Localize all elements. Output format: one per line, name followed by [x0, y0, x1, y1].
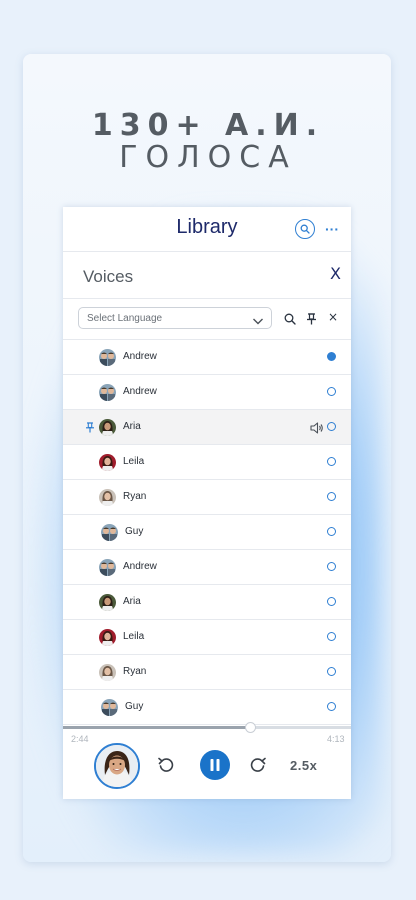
voice-name: Leila	[123, 631, 145, 642]
progress-fill	[63, 726, 251, 729]
avatar	[99, 454, 116, 471]
avatar	[99, 594, 116, 611]
filter-row: Select Language ×	[63, 299, 351, 340]
voice-list: Andrew Andrew Aria Leila Ryan Guy Andrew Aria Le…	[63, 340, 351, 725]
voice-name: Andrew	[123, 561, 157, 572]
voice-row[interactable]: Ryan	[63, 480, 351, 515]
voice-name: Guy	[125, 701, 144, 712]
voice-row[interactable]: Leila	[63, 620, 351, 655]
rewind-icon[interactable]	[157, 756, 175, 779]
voice-name: Aria	[123, 596, 141, 607]
speaker-icon[interactable]	[310, 421, 324, 439]
voice-name: Andrew	[123, 386, 157, 397]
voice-radio[interactable]	[327, 387, 336, 396]
search-icon[interactable]	[295, 219, 315, 239]
voice-row[interactable]: Andrew	[63, 550, 351, 585]
voice-name: Leila	[123, 456, 145, 467]
pin-icon[interactable]	[85, 420, 95, 438]
avatar	[99, 664, 116, 681]
avatar	[99, 384, 116, 401]
voice-radio[interactable]	[327, 527, 336, 536]
player-avatar[interactable]	[94, 743, 140, 789]
playback-progress[interactable]	[63, 722, 351, 733]
total-time: 4:13	[327, 734, 345, 744]
forward-icon[interactable]	[249, 756, 267, 779]
voice-name: Ryan	[123, 666, 147, 677]
progress-knob[interactable]	[245, 722, 257, 733]
voice-radio[interactable]	[327, 352, 336, 361]
clear-filter-button[interactable]: ×	[328, 310, 338, 324]
pin-icon[interactable]	[306, 312, 317, 330]
avatar	[99, 349, 116, 366]
voice-name: Aria	[123, 421, 141, 432]
more-horizontal-icon[interactable]: ···	[325, 221, 339, 237]
voice-radio[interactable]	[327, 457, 336, 466]
voice-row[interactable]: Aria	[63, 410, 351, 445]
voices-title: Voices	[83, 267, 134, 286]
voices-header: Voices X	[63, 252, 351, 299]
avatar	[101, 699, 118, 716]
pause-button[interactable]	[200, 750, 230, 780]
library-header: Library ···	[63, 207, 351, 252]
voice-radio[interactable]	[327, 597, 336, 606]
search-icon[interactable]	[284, 312, 296, 330]
promo-headline-line2: ГОЛОСА	[119, 140, 297, 175]
voice-row[interactable]: Ryan	[63, 655, 351, 690]
voice-row[interactable]: Andrew	[63, 375, 351, 410]
chevron-down-icon	[252, 313, 264, 331]
voice-radio[interactable]	[327, 562, 336, 571]
app-panel: Library ··· Voices X Select Language × A…	[63, 207, 351, 799]
voice-row[interactable]: Guy	[63, 690, 351, 725]
voice-row[interactable]: Guy	[63, 515, 351, 550]
promo-headline-line1: 130+ А.И.	[91, 108, 325, 143]
avatar	[99, 419, 116, 436]
voice-row[interactable]: Andrew	[63, 340, 351, 375]
close-voices-button[interactable]: X	[330, 264, 341, 283]
language-select-placeholder: Select Language	[87, 313, 163, 324]
playback-speed-button[interactable]: 2.5x	[290, 758, 317, 773]
voice-row[interactable]: Leila	[63, 445, 351, 480]
voice-name: Guy	[125, 526, 144, 537]
voice-name: Ryan	[123, 491, 147, 502]
avatar	[99, 559, 116, 576]
voice-radio[interactable]	[327, 702, 336, 711]
pause-icon	[210, 759, 220, 771]
avatar	[101, 524, 118, 541]
voice-row[interactable]: Aria	[63, 585, 351, 620]
voice-radio[interactable]	[327, 492, 336, 501]
language-select[interactable]: Select Language	[78, 307, 272, 329]
voice-name: Andrew	[123, 351, 157, 362]
avatar	[99, 489, 116, 506]
voice-radio[interactable]	[327, 632, 336, 641]
voice-radio[interactable]	[327, 667, 336, 676]
voice-radio[interactable]	[327, 422, 336, 431]
elapsed-time: 2:44	[71, 734, 89, 744]
avatar	[99, 629, 116, 646]
